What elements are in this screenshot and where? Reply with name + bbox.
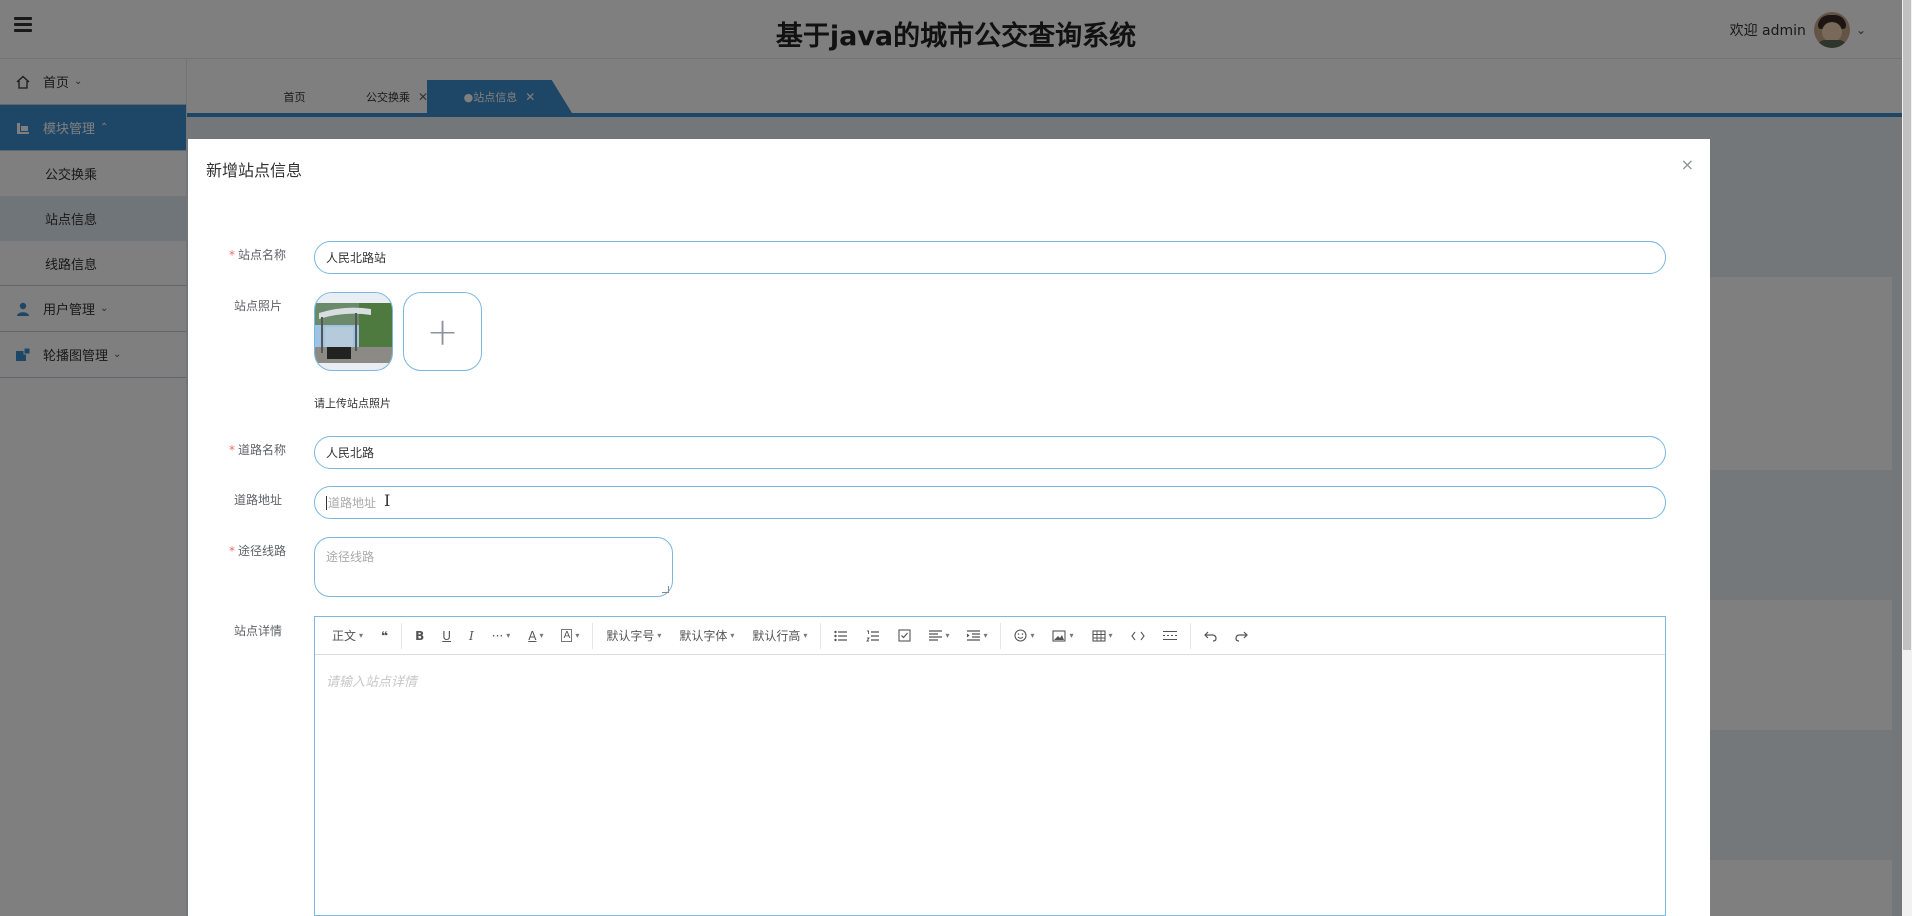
font-size-dropdown[interactable]: 默认字号 ▾	[597, 627, 670, 644]
line-height-dropdown[interactable]: 默认行高 ▾	[743, 627, 816, 644]
routes-textarea[interactable]: 途径线路	[314, 537, 673, 597]
road-address-label: 道路地址	[233, 493, 282, 507]
italic-icon[interactable]: I	[460, 629, 483, 643]
undo-icon[interactable]	[1195, 630, 1226, 642]
dialog-title: 新增站点信息	[206, 161, 303, 180]
details-label: 站点详情	[233, 624, 282, 638]
rich-text-editor: 正文 ▾ ❝ B U I ··· ▾ A ▾ A ▾ 默认字号 ▾ 默认字体 ▾ 默认行高 ▾	[314, 616, 1666, 916]
underline-icon[interactable]: U	[433, 629, 460, 643]
resize-handle-icon[interactable]	[662, 586, 669, 593]
close-icon[interactable]: ×	[1681, 155, 1694, 174]
text-cursor	[326, 495, 327, 510]
bold-icon[interactable]: B	[406, 629, 433, 643]
toolbar-divider	[1000, 622, 1002, 649]
toolbar-divider	[401, 622, 403, 649]
toolbar-divider	[592, 622, 594, 649]
page-scrollbar[interactable]	[1902, 0, 1912, 916]
road-name-input[interactable]: 人民北路	[314, 436, 1666, 469]
table-icon[interactable]: ▾	[1083, 629, 1122, 642]
more-icon[interactable]: ··· ▾	[483, 629, 519, 643]
station-name-input[interactable]: 人民北路站	[314, 241, 1666, 274]
code-icon[interactable]	[1122, 631, 1154, 641]
toolbar-divider	[820, 622, 822, 649]
scrollbar-thumb[interactable]	[1903, 0, 1911, 650]
station-photo-thumbnail[interactable]	[314, 292, 393, 371]
add-photo-button[interactable]: +	[403, 292, 482, 371]
road-address-input[interactable]: 道路地址	[314, 486, 1666, 519]
emoji-icon[interactable]: ▾	[1005, 629, 1043, 642]
editor-placeholder[interactable]: 请输入站点详情	[326, 671, 417, 690]
quote-icon[interactable]: ❝	[372, 629, 397, 643]
ibeam-cursor-icon: I	[384, 491, 391, 510]
indent-icon[interactable]: ▾	[958, 630, 996, 641]
font-color-icon[interactable]: A ▾	[519, 629, 552, 643]
image-icon[interactable]: ▾	[1043, 629, 1082, 642]
align-icon[interactable]: ▾	[920, 630, 958, 641]
paragraph-dropdown[interactable]: 正文 ▾	[323, 627, 372, 644]
add-station-dialog: 新增站点信息 × * 站点名称 人民北路站 站点照片 + 请上传站点照片 * 道路名…	[188, 139, 1710, 916]
redo-icon[interactable]	[1226, 630, 1257, 642]
road-name-label: * 道路名称	[228, 443, 286, 457]
divider-line-icon[interactable]	[1154, 630, 1186, 641]
bulleted-list-icon[interactable]	[825, 630, 857, 642]
font-family-dropdown[interactable]: 默认字体 ▾	[670, 627, 743, 644]
background-color-icon[interactable]: A ▾	[552, 629, 588, 642]
editor-toolbar: 正文 ▾ ❝ B U I ··· ▾ A ▾ A ▾ 默认字号 ▾ 默认字体 ▾ 默认行高 ▾	[315, 617, 1665, 655]
numbered-list-icon[interactable]	[857, 630, 889, 642]
toolbar-divider	[1189, 622, 1191, 649]
station-name-label: * 站点名称	[228, 248, 286, 262]
routes-label: * 途径线路	[228, 544, 286, 558]
station-photo-label: 站点照片	[233, 299, 282, 313]
upload-tip: 请上传站点照片	[314, 397, 391, 410]
todo-list-icon[interactable]	[889, 629, 920, 642]
